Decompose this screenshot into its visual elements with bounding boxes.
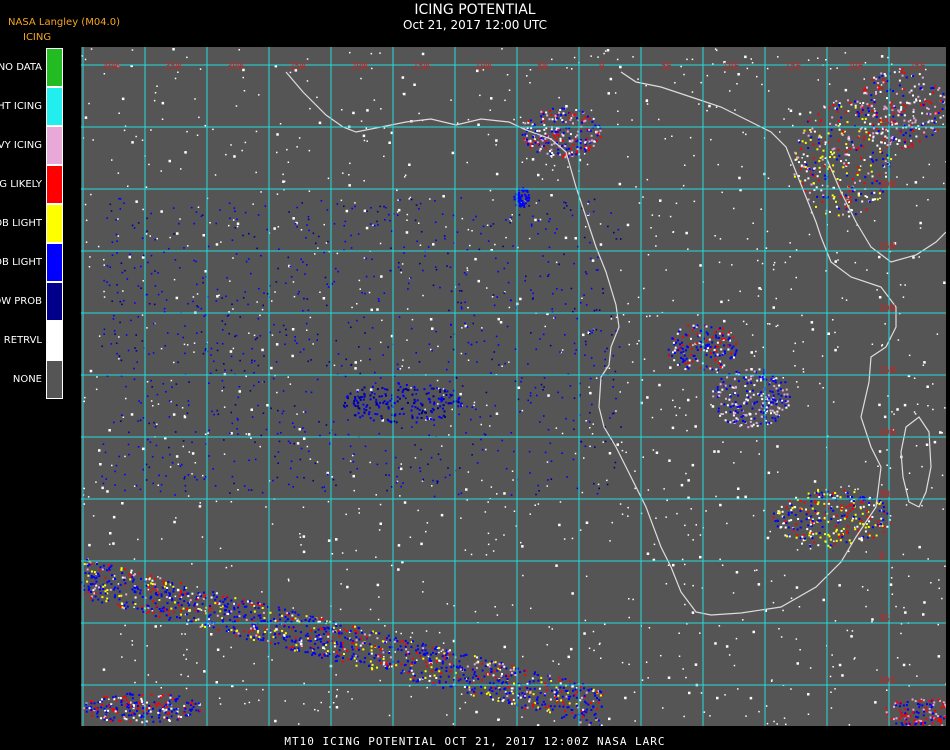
legend-label: NIGHT ICING: [0, 100, 42, 112]
legend-label: LO PROB LIGHT: [0, 256, 42, 268]
longitude-label: 15E: [785, 62, 801, 72]
legend-item-heavy-icing: HEAVY ICING: [0, 126, 68, 165]
longitude-label: 40W: [103, 62, 120, 72]
longitude-label: 0: [599, 62, 604, 72]
legend-label: NONE: [12, 373, 42, 385]
map-timestamp: Oct 21, 2017 12:00 UTC: [403, 18, 547, 32]
legend-label: HI PROB LIGHT: [0, 217, 42, 229]
legend-label: LOW PROB: [0, 295, 42, 307]
longitude-label: 20E: [847, 62, 863, 72]
longitude-label: 35W: [165, 62, 182, 72]
longitude-label: 10E: [723, 62, 739, 72]
footer-caption: MT10 ICING POTENTIAL OCT 21, 2017 12:00Z…: [284, 735, 666, 748]
legend-swatch: [46, 360, 63, 399]
madagascar-coastline: [900, 416, 932, 508]
longitude-label: 25E: [909, 62, 925, 72]
map-title: ICING POTENTIAL: [414, 2, 536, 18]
latitude-label: 5S: [879, 614, 890, 624]
legend-item-night-icing: NIGHT ICING: [0, 87, 68, 126]
legend-item-no-retrvl: NO RETRVL: [0, 321, 68, 360]
product-label: ICING: [23, 32, 52, 43]
lat-lon-grid: [81, 47, 946, 726]
legend-label: NO DATA: [0, 61, 42, 73]
latitude-label: 10S: [879, 676, 895, 686]
longitude-label: 5W: [537, 62, 548, 72]
legend-item-no-data: NO DATA: [0, 48, 68, 87]
longitude-label: 10W: [475, 62, 492, 72]
longitude-labels: 40W 35W 30W 25W 20W 15W 10W 5W 0 5E 10E 15E 20E 25E: [103, 62, 925, 72]
legend-item-low-prob: LOW PROB: [0, 282, 68, 321]
legend-swatch: [46, 282, 63, 321]
longitude-label: 30W: [227, 62, 244, 72]
longitude-label: 25W: [289, 62, 306, 72]
latitude-label: 0: [879, 552, 884, 562]
legend-swatch: [46, 48, 63, 87]
legend-item-lo-prob-light: LO PROB LIGHT: [0, 243, 68, 282]
legend-swatch: [46, 87, 63, 126]
longitude-label: 15W: [413, 62, 430, 72]
latitude-label: 10N: [879, 428, 895, 438]
legend-label: MOG LIKELY: [0, 178, 42, 190]
latitude-label: 35N: [879, 118, 895, 128]
longitude-label: 5E: [661, 62, 672, 72]
cloud-specks: [81, 48, 946, 726]
legend-swatch: [46, 204, 63, 243]
latitude-label: 15N: [879, 366, 895, 376]
map-canvas: 40W 35W 30W 25W 20W 15W 10W 5W 0 5E 10E 15E 20E 25E 3…: [81, 47, 946, 726]
icing-map: 40W 35W 30W 25W 20W 15W 10W 5W 0 5E 10E 15E 20E 25E 3…: [81, 47, 946, 726]
legend-swatch: [46, 243, 63, 282]
legend-item-hi-prob-light: HI PROB LIGHT: [0, 204, 68, 243]
latitude-label: 5N: [879, 490, 890, 500]
legend-label: HEAVY ICING: [0, 139, 42, 151]
legend-item-none: NONE: [0, 360, 68, 399]
latitude-labels: 35N 30N 25N 20N 15N 10N 5N 0 5S 10S: [879, 118, 895, 686]
latitude-label: 20N: [879, 304, 895, 314]
legend-swatch: [46, 321, 63, 360]
legend-item-mog-likely: MOG LIKELY: [0, 165, 68, 204]
legend-swatch: [46, 126, 63, 165]
longitude-label: 20W: [351, 62, 368, 72]
latitude-label: 25N: [879, 242, 895, 252]
legend-label: NO RETRVL: [0, 334, 42, 346]
latitude-label: 30N: [879, 180, 895, 190]
legend-swatch: [46, 165, 63, 204]
